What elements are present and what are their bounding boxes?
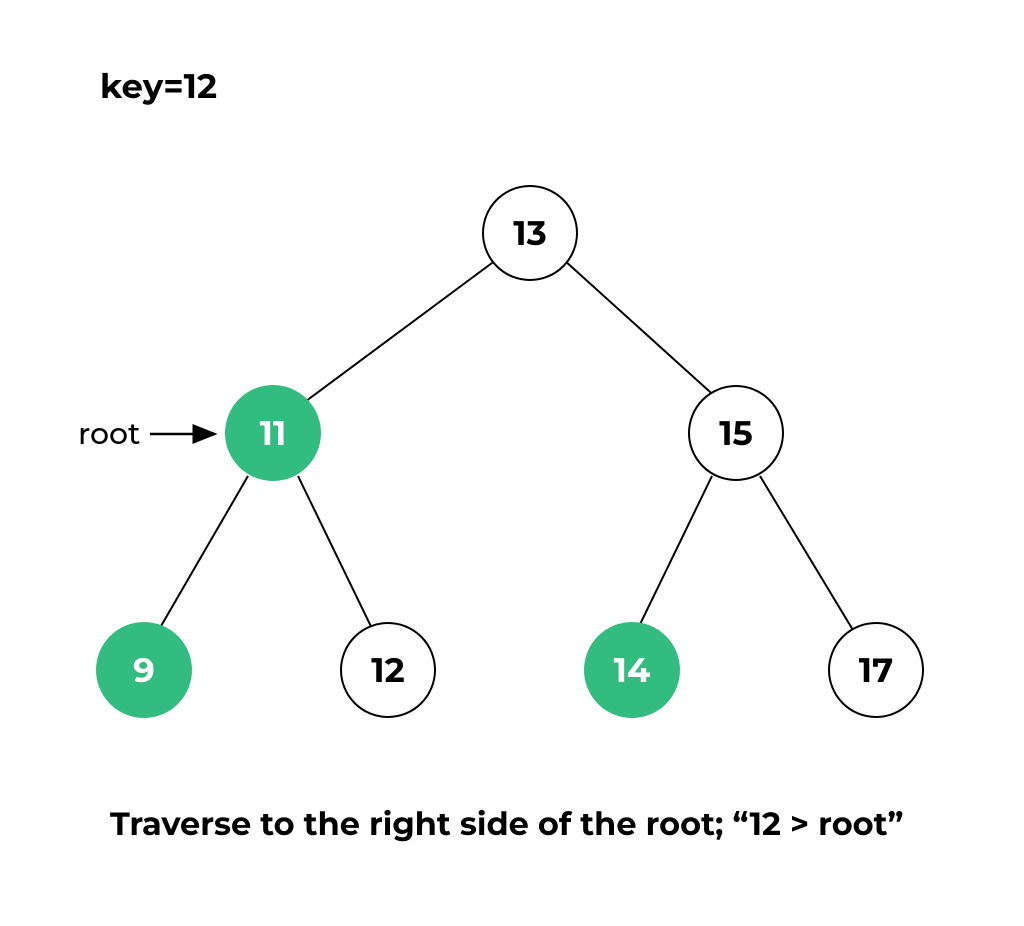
diagram-stage: key=12 root 13 11 15 9 12 xyxy=(0,0,1024,926)
edge-15-14 xyxy=(630,476,712,645)
node-14: 14 xyxy=(584,622,680,718)
node-15: 15 xyxy=(688,385,784,481)
node-value: 17 xyxy=(859,649,893,691)
tree-edges xyxy=(0,0,1024,926)
root-label: root xyxy=(78,415,140,452)
node-value: 12 xyxy=(371,649,404,691)
edge-11-9 xyxy=(150,476,248,645)
node-9: 9 xyxy=(96,622,192,718)
node-value: 13 xyxy=(513,212,546,254)
node-11: 11 xyxy=(225,385,321,481)
edge-13-15 xyxy=(564,260,730,410)
edge-15-17 xyxy=(760,476,862,645)
node-value: 11 xyxy=(260,412,287,454)
node-12: 12 xyxy=(340,622,436,718)
node-value: 14 xyxy=(614,649,651,691)
caption: Traverse to the right side of the root; … xyxy=(110,805,903,844)
key-title: key=12 xyxy=(100,65,217,107)
node-17: 17 xyxy=(828,622,924,718)
node-13: 13 xyxy=(482,185,578,281)
root-pointer xyxy=(0,0,1024,926)
edge-11-12 xyxy=(298,476,380,645)
node-value: 15 xyxy=(719,412,753,454)
node-value: 9 xyxy=(133,649,155,691)
edge-13-11 xyxy=(294,260,496,410)
